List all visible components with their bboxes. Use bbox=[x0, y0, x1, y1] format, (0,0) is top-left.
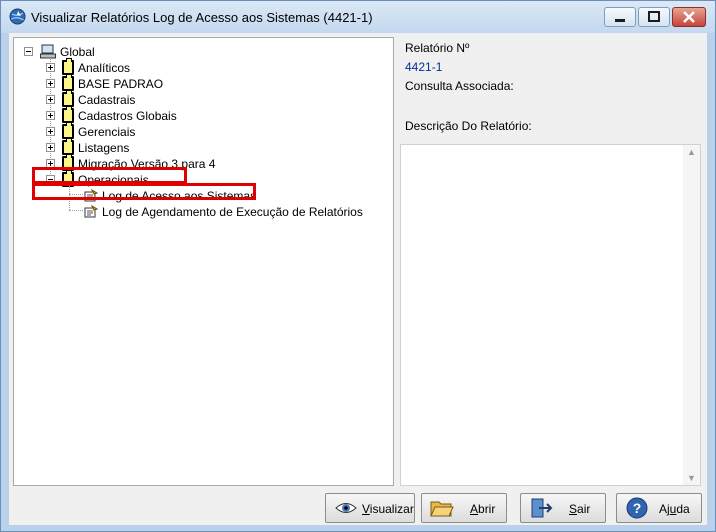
visualizar-accel: V bbox=[362, 502, 370, 516]
report-tree[interactable]: Global Analíticos BASE PADRAO Cadastrais bbox=[13, 37, 394, 486]
folder-icon bbox=[62, 122, 74, 139]
collapse-icon[interactable] bbox=[24, 47, 33, 56]
tree-folder-cadastrais[interactable]: Cadastrais bbox=[44, 90, 244, 108]
ajuda-label: Ajuda bbox=[659, 502, 690, 516]
folder-icon bbox=[62, 138, 74, 155]
expand-icon[interactable] bbox=[46, 79, 55, 88]
tree-connector bbox=[69, 210, 83, 211]
sair-label: Sair bbox=[569, 502, 590, 516]
sair-label-rest: air bbox=[577, 502, 591, 516]
tree-report-label: Log de Agendamento de Execução de Relató… bbox=[102, 205, 363, 219]
minimize-button[interactable] bbox=[604, 7, 636, 27]
report-info-panel: Relatório Nº 4421-1 Consulta Associada: … bbox=[398, 33, 706, 489]
tree-root-label: Global bbox=[60, 45, 95, 59]
scroll-down-icon[interactable]: ▼ bbox=[687, 473, 696, 483]
report-number-label: Relatório Nº bbox=[405, 41, 470, 55]
description-scrollbar[interactable]: ▲ ▼ bbox=[683, 145, 700, 485]
abrir-label-rest: brir bbox=[478, 502, 496, 516]
ajuda-button[interactable]: ? Ajuda bbox=[616, 493, 702, 523]
visualizar-label-rest: isualizar bbox=[369, 502, 414, 516]
highlight-box-operacionais bbox=[32, 167, 187, 184]
description-textbox[interactable]: ▲ ▼ bbox=[400, 144, 701, 486]
expand-icon[interactable] bbox=[46, 143, 55, 152]
maximize-button[interactable] bbox=[638, 7, 670, 27]
tree-folder-label: Analíticos bbox=[78, 61, 131, 75]
expand-icon[interactable] bbox=[46, 127, 55, 136]
help-icon: ? bbox=[626, 497, 648, 519]
expand-icon[interactable] bbox=[46, 111, 55, 120]
folder-open-icon bbox=[430, 501, 454, 517]
globe-app-icon bbox=[9, 8, 26, 25]
tree-root-node[interactable]: Global bbox=[24, 44, 224, 60]
tree-folder-label: Gerenciais bbox=[78, 125, 136, 139]
close-icon bbox=[683, 11, 695, 23]
abrir-label: Abrir bbox=[470, 502, 495, 516]
query-label: Consulta Associada: bbox=[405, 79, 514, 93]
tree-folder-gerenciais[interactable]: Gerenciais bbox=[44, 122, 244, 140]
sair-accel: S bbox=[569, 502, 578, 516]
eye-icon bbox=[335, 503, 357, 513]
minimize-icon bbox=[615, 19, 625, 22]
abrir-accel: A bbox=[470, 502, 479, 516]
ajuda-label-first: Aj bbox=[659, 502, 670, 516]
ajuda-label-rest: da bbox=[676, 502, 690, 516]
main-window: Visualizar Relatórios Log de Acesso aos … bbox=[0, 0, 716, 532]
tree-folder-label: BASE PADRAO bbox=[78, 77, 164, 91]
visualizar-label: Visualizar bbox=[362, 502, 414, 516]
window-title: Visualizar Relatórios Log de Acesso aos … bbox=[31, 10, 373, 25]
folder-icon bbox=[62, 90, 74, 107]
expand-icon[interactable] bbox=[46, 63, 55, 72]
scroll-up-icon[interactable]: ▲ bbox=[687, 147, 696, 157]
report-icon bbox=[84, 205, 98, 218]
report-number-value: 4421-1 bbox=[405, 60, 443, 74]
computer-icon bbox=[40, 44, 56, 59]
folder-icon bbox=[62, 58, 74, 75]
tree-folder-analiticos[interactable]: Analíticos bbox=[44, 58, 244, 76]
description-label: Descrição Do Relatório: bbox=[405, 119, 532, 133]
title-bar[interactable]: Visualizar Relatórios Log de Acesso aos … bbox=[1, 1, 715, 33]
tree-folder-label: Cadastros Globais bbox=[78, 109, 177, 123]
folder-icon bbox=[62, 106, 74, 123]
expand-icon[interactable] bbox=[46, 95, 55, 104]
tree-folder-label: Listagens bbox=[78, 141, 130, 155]
tree-folder-label: Cadastrais bbox=[78, 93, 136, 107]
tree-folder-listagens[interactable]: Listagens bbox=[44, 138, 244, 156]
close-button[interactable] bbox=[672, 7, 706, 27]
highlight-box-log-acesso bbox=[32, 183, 256, 200]
tree-folder-base-padrao[interactable]: BASE PADRAO bbox=[44, 74, 244, 92]
client-area: Global Analíticos BASE PADRAO Cadastrais bbox=[9, 33, 707, 525]
button-bar: Visualizar Abrir Sair ? Ajuda bbox=[9, 489, 707, 525]
sair-button[interactable]: Sair bbox=[520, 493, 606, 523]
maximize-icon bbox=[648, 11, 660, 22]
exit-door-icon bbox=[531, 498, 553, 518]
visualizar-button[interactable]: Visualizar bbox=[325, 493, 415, 523]
svg-text:?: ? bbox=[633, 500, 642, 516]
abrir-button[interactable]: Abrir bbox=[421, 493, 507, 523]
tree-report-log-agendamento[interactable]: Log de Agendamento de Execução de Relató… bbox=[84, 204, 384, 220]
tree-folder-cadastros-globais[interactable]: Cadastros Globais bbox=[44, 106, 244, 124]
folder-icon bbox=[62, 74, 74, 91]
